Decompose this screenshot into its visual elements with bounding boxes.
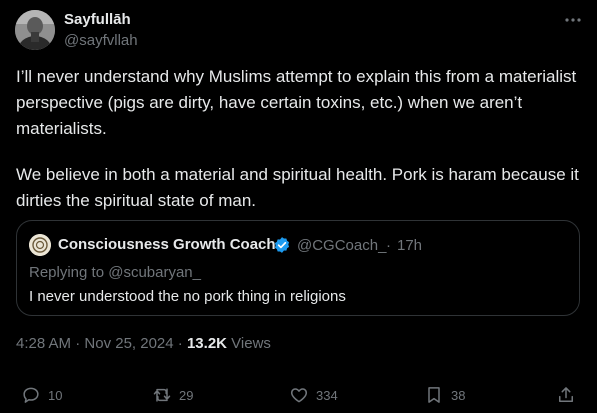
views-count: 13.2K	[186, 335, 227, 352]
tweet-paragraph: We believe in both a material and spirit…	[16, 165, 579, 210]
meta-separator: ·	[75, 335, 81, 352]
verified-badge-icon	[274, 237, 290, 253]
heart-icon	[290, 388, 308, 403]
bookmark-count: 38	[451, 387, 466, 403]
bookmark-button[interactable]: 38	[424, 383, 465, 407]
repost-count: 29	[179, 387, 194, 403]
replying-to-handle[interactable]: @scubaryan_	[108, 264, 201, 281]
quoted-author-handle[interactable]: @CGCoach_	[297, 237, 386, 254]
tweet-date[interactable]: Nov 25, 2024	[84, 335, 173, 352]
quoted-author-avatar[interactable]	[29, 234, 51, 256]
replying-to-label: Replying to	[29, 264, 105, 281]
action-bar: 10 29 334 38	[0, 383, 597, 407]
more-horizontal-icon	[565, 18, 581, 22]
quoted-tweet[interactable]: Consciousness Growth Coach @CGCoach_ · 1…	[16, 220, 580, 316]
share-icon	[559, 387, 573, 402]
tweet-text: I’ll never understand why Muslims attemp…	[16, 64, 584, 214]
views-label: Views	[231, 335, 271, 352]
tweet-meta: 4:28 AM · Nov 25, 2024 · 13.2K Views	[16, 335, 271, 352]
tweet-paragraph: I’ll never understand why Muslims attemp…	[16, 67, 577, 138]
share-button[interactable]	[556, 383, 576, 407]
tweet: Sayfullāh @sayfvllah I’ll never understa…	[0, 0, 597, 413]
quoted-author-name[interactable]: Consciousness Growth Coach	[58, 236, 276, 253]
reply-count: 10	[48, 387, 63, 403]
quoted-separator: ·	[386, 237, 391, 254]
tweet-time[interactable]: 4:28 AM	[16, 335, 71, 352]
like-button[interactable]: 334	[289, 383, 338, 407]
bookmark-icon	[428, 387, 440, 403]
quoted-replying-to: Replying to @scubaryan_	[29, 264, 201, 281]
reply-button[interactable]: 10	[21, 383, 62, 407]
author-handle[interactable]: @sayfvllah	[64, 32, 138, 49]
like-count: 334	[316, 387, 338, 403]
author-name[interactable]: Sayfullāh	[64, 11, 131, 28]
repost-icon	[153, 388, 171, 402]
author-avatar[interactable]	[15, 10, 55, 50]
more-options-button[interactable]	[562, 11, 584, 29]
quoted-timestamp[interactable]: 17h	[397, 237, 422, 254]
repost-button[interactable]: 29	[152, 383, 193, 407]
reply-icon	[23, 387, 39, 403]
quoted-tweet-text: I never understood the no pork thing in …	[29, 288, 346, 305]
meta-separator: ·	[177, 335, 183, 352]
